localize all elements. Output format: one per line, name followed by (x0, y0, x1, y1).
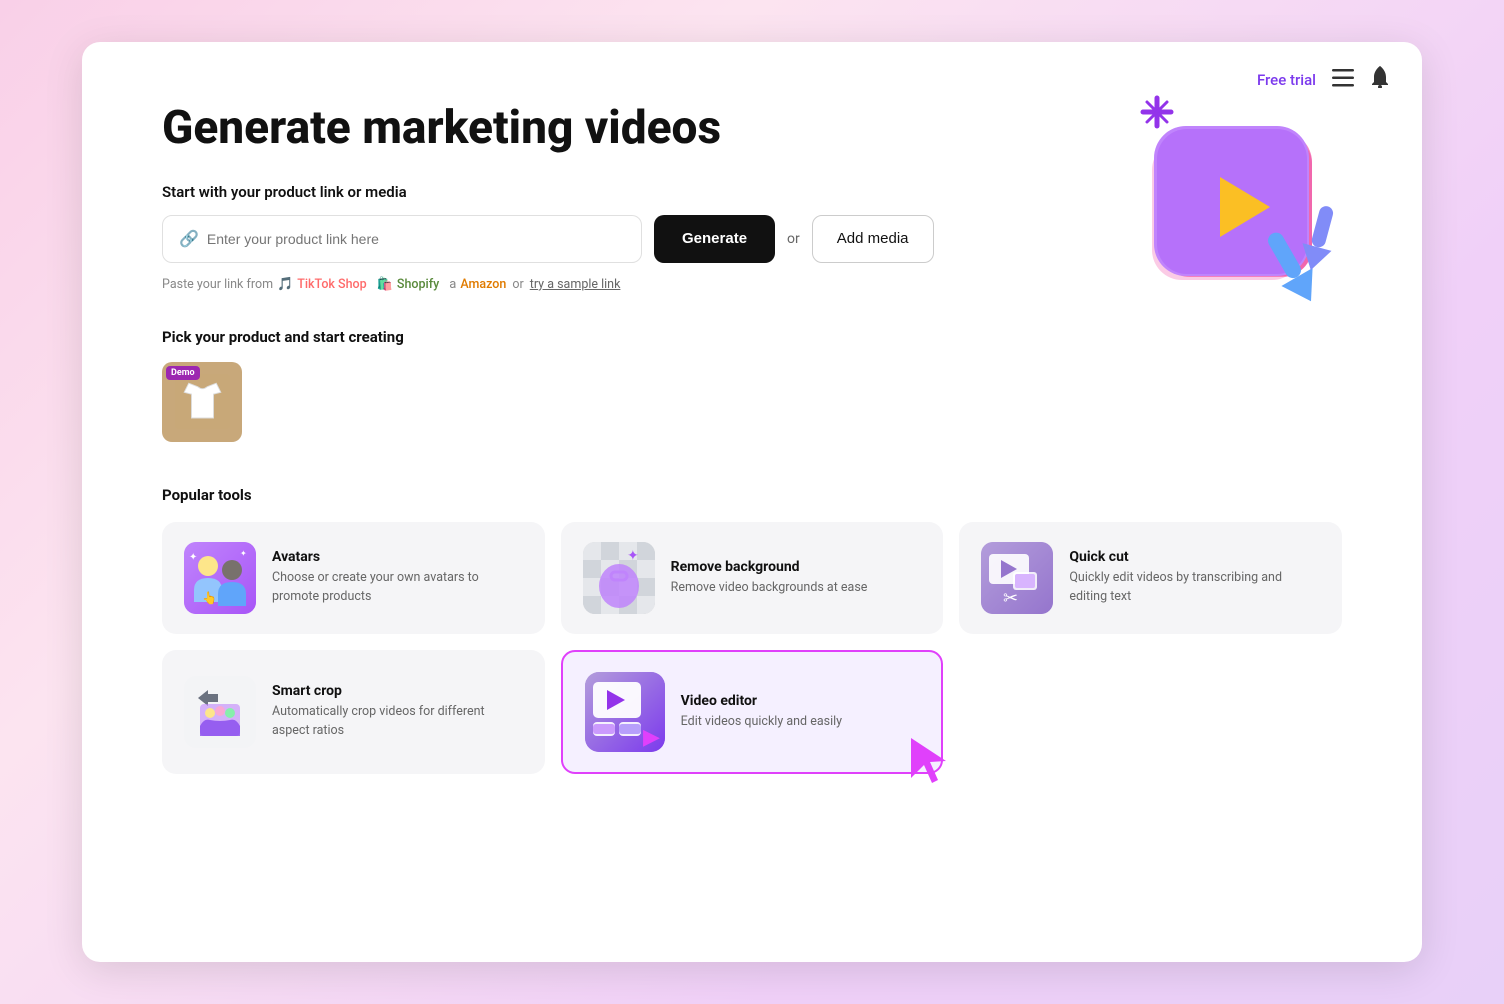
smartcrop-icon (184, 676, 256, 748)
tool-card-videoeditor[interactable]: ▶ Video editor Edit videos quickly and e… (561, 650, 944, 774)
tools-grid-row1: ✦ ✦ 👆 Avatars Choose or create your own … (162, 522, 1342, 634)
product-link-input[interactable] (207, 231, 625, 247)
videoeditor-icon: ▶ (585, 672, 665, 752)
product-thumb-1[interactable]: Demo (162, 362, 242, 442)
product-picks: Demo (162, 362, 1342, 442)
videoeditor-desc: Edit videos quickly and easily (681, 713, 920, 732)
or-text: or (787, 231, 800, 247)
paste-hint: Paste your link from 🎵 TikTok Shop 🛍️ Sh… (162, 277, 1342, 292)
main-content: Generate marketing videos Start with you… (82, 42, 1422, 834)
svg-text:✦: ✦ (240, 549, 247, 558)
smartcrop-info: Smart crop Automatically crop videos for… (272, 683, 523, 741)
smartcrop-desc: Automatically crop videos for different … (272, 703, 523, 741)
quickcut-icon: ✂ (981, 542, 1053, 614)
input-subtitle: Start with your product link or media (162, 183, 1342, 201)
svg-text:✦: ✦ (189, 552, 197, 563)
tools-empty-cell (959, 650, 1342, 774)
free-trial-link[interactable]: Free trial (1257, 71, 1316, 89)
tool-card-removebg[interactable]: ✦ Remove background Remove video backgro… (561, 522, 944, 634)
smartcrop-name: Smart crop (272, 683, 523, 699)
avatars-desc: Choose or create your own avatars to pro… (272, 569, 523, 607)
tool-card-quickcut[interactable]: ✂ Quick cut Quickly edit videos by trans… (959, 522, 1342, 634)
tiktok-shop-link[interactable]: TikTok Shop (297, 277, 366, 292)
removebg-info: Remove background Remove video backgroun… (671, 559, 922, 598)
avatars-info: Avatars Choose or create your own avatar… (272, 549, 523, 607)
add-media-button[interactable]: Add media (812, 215, 934, 263)
notification-icon[interactable] (1370, 66, 1390, 93)
input-row: 🔗 Generate or Add media (162, 215, 1342, 263)
avatars-icon: ✦ ✦ 👆 (184, 542, 256, 614)
quickcut-desc: Quickly edit videos by transcribing and … (1069, 569, 1320, 607)
main-window: Free trial (82, 42, 1422, 962)
svg-text:✦: ✦ (627, 548, 639, 564)
tool-card-avatars[interactable]: ✦ ✦ 👆 Avatars Choose or create your own … (162, 522, 545, 634)
amazon-link[interactable]: Amazon (460, 277, 506, 292)
sample-link[interactable]: try a sample link (530, 277, 621, 292)
avatars-name: Avatars (272, 549, 523, 565)
removebg-icon: ✦ (583, 542, 655, 614)
videoeditor-name: Video editor (681, 693, 920, 709)
removebg-name: Remove background (671, 559, 922, 575)
product-section-title: Pick your product and start creating (162, 328, 1342, 346)
page-title: Generate marketing videos (162, 102, 862, 155)
tool-card-smartcrop[interactable]: Smart crop Automatically crop videos for… (162, 650, 545, 774)
svg-text:▶: ▶ (643, 725, 660, 750)
or-try-text: or (512, 277, 523, 292)
svg-text:👆: 👆 (202, 591, 217, 605)
cursor-decoration (906, 733, 956, 792)
header: Free trial (1225, 42, 1422, 117)
shopify-link[interactable]: Shopify (397, 277, 439, 292)
quickcut-info: Quick cut Quickly edit videos by transcr… (1069, 549, 1320, 607)
paste-hint-text: Paste your link from (162, 277, 273, 292)
removebg-desc: Remove video backgrounds at ease (671, 579, 922, 598)
svg-text:✂: ✂ (1003, 588, 1018, 609)
link-icon: 🔗 (179, 229, 199, 248)
quickcut-name: Quick cut (1069, 549, 1320, 565)
tools-grid-row2: Smart crop Automatically crop videos for… (162, 650, 1342, 774)
demo-badge: Demo (166, 366, 200, 380)
generate-button[interactable]: Generate (654, 215, 775, 263)
videoeditor-info: Video editor Edit videos quickly and eas… (681, 693, 920, 732)
popular-tools-title: Popular tools (162, 486, 1342, 504)
menu-icon[interactable] (1332, 68, 1354, 92)
product-link-input-wrap[interactable]: 🔗 (162, 215, 642, 263)
